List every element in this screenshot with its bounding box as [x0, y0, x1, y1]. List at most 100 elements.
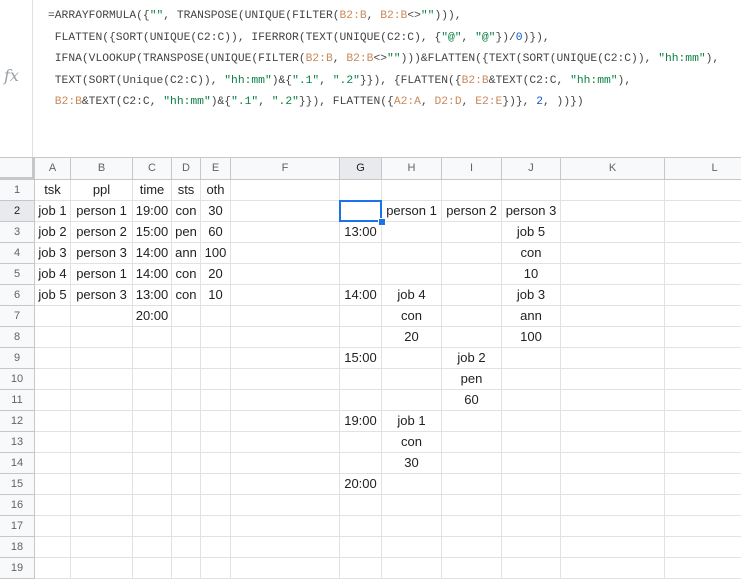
cell-k7[interactable]: [561, 306, 665, 327]
cell-g10[interactable]: [340, 369, 382, 390]
cell-l18[interactable]: [665, 537, 741, 558]
cell-l7[interactable]: [665, 306, 741, 327]
row-header-15[interactable]: 15: [0, 474, 35, 495]
row-header-10[interactable]: 10: [0, 369, 35, 390]
cell-j18[interactable]: [502, 537, 561, 558]
cell-k4[interactable]: [561, 243, 665, 264]
cell-c2[interactable]: 19:00: [133, 201, 172, 222]
cell-g15[interactable]: 20:00: [340, 474, 382, 495]
cell-k18[interactable]: [561, 537, 665, 558]
cell-k1[interactable]: [561, 180, 665, 201]
row-header-17[interactable]: 17: [0, 516, 35, 537]
cell-h1[interactable]: [382, 180, 442, 201]
cell-h10[interactable]: [382, 369, 442, 390]
cell-l11[interactable]: [665, 390, 741, 411]
cell-j3[interactable]: job 5: [502, 222, 561, 243]
cell-d10[interactable]: [172, 369, 201, 390]
cell-e18[interactable]: [201, 537, 231, 558]
cell-i10[interactable]: pen: [442, 369, 502, 390]
row-header-11[interactable]: 11: [0, 390, 35, 411]
cell-a6[interactable]: job 5: [35, 285, 71, 306]
cell-j5[interactable]: 10: [502, 264, 561, 285]
cell-a16[interactable]: [35, 495, 71, 516]
cell-i12[interactable]: [442, 411, 502, 432]
cell-g4[interactable]: [340, 243, 382, 264]
cell-d3[interactable]: pen: [172, 222, 201, 243]
cell-l8[interactable]: [665, 327, 741, 348]
cell-h7[interactable]: con: [382, 306, 442, 327]
cell-b17[interactable]: [71, 516, 133, 537]
column-header-k[interactable]: K: [561, 158, 665, 180]
row-header-14[interactable]: 14: [0, 453, 35, 474]
cell-f10[interactable]: [231, 369, 340, 390]
cell-j9[interactable]: [502, 348, 561, 369]
cell-i19[interactable]: [442, 558, 502, 579]
cell-c4[interactable]: 14:00: [133, 243, 172, 264]
cell-d5[interactable]: con: [172, 264, 201, 285]
cell-k6[interactable]: [561, 285, 665, 306]
cell-i3[interactable]: [442, 222, 502, 243]
cell-b15[interactable]: [71, 474, 133, 495]
row-header-6[interactable]: 6: [0, 285, 35, 306]
cell-e3[interactable]: 60: [201, 222, 231, 243]
cell-a10[interactable]: [35, 369, 71, 390]
cell-l5[interactable]: [665, 264, 741, 285]
cell-g12[interactable]: 19:00: [340, 411, 382, 432]
cell-h2[interactable]: person 1: [382, 201, 442, 222]
cell-c17[interactable]: [133, 516, 172, 537]
column-header-l[interactable]: L: [665, 158, 741, 180]
cell-j11[interactable]: [502, 390, 561, 411]
cell-a17[interactable]: [35, 516, 71, 537]
cell-e17[interactable]: [201, 516, 231, 537]
cell-c18[interactable]: [133, 537, 172, 558]
cell-i6[interactable]: [442, 285, 502, 306]
cell-h13[interactable]: con: [382, 432, 442, 453]
column-header-j[interactable]: J: [502, 158, 561, 180]
cell-c8[interactable]: [133, 327, 172, 348]
cell-c9[interactable]: [133, 348, 172, 369]
cell-c12[interactable]: [133, 411, 172, 432]
cell-i13[interactable]: [442, 432, 502, 453]
cell-k17[interactable]: [561, 516, 665, 537]
cell-k3[interactable]: [561, 222, 665, 243]
cell-f12[interactable]: [231, 411, 340, 432]
cell-i1[interactable]: [442, 180, 502, 201]
cell-f13[interactable]: [231, 432, 340, 453]
cell-e2[interactable]: 30: [201, 201, 231, 222]
cell-g3[interactable]: 13:00: [340, 222, 382, 243]
cell-j19[interactable]: [502, 558, 561, 579]
cell-a14[interactable]: [35, 453, 71, 474]
cell-b16[interactable]: [71, 495, 133, 516]
cell-b10[interactable]: [71, 369, 133, 390]
row-header-4[interactable]: 4: [0, 243, 35, 264]
cell-k5[interactable]: [561, 264, 665, 285]
cell-g5[interactable]: [340, 264, 382, 285]
cell-j15[interactable]: [502, 474, 561, 495]
cell-b11[interactable]: [71, 390, 133, 411]
cell-c15[interactable]: [133, 474, 172, 495]
cell-f11[interactable]: [231, 390, 340, 411]
cell-e11[interactable]: [201, 390, 231, 411]
cell-h6[interactable]: job 4: [382, 285, 442, 306]
cell-h19[interactable]: [382, 558, 442, 579]
cell-c14[interactable]: [133, 453, 172, 474]
cell-b5[interactable]: person 1: [71, 264, 133, 285]
cell-h17[interactable]: [382, 516, 442, 537]
cell-l10[interactable]: [665, 369, 741, 390]
cell-k16[interactable]: [561, 495, 665, 516]
cell-f15[interactable]: [231, 474, 340, 495]
cell-i4[interactable]: [442, 243, 502, 264]
cell-b2[interactable]: person 1: [71, 201, 133, 222]
cell-f18[interactable]: [231, 537, 340, 558]
cell-l6[interactable]: [665, 285, 741, 306]
cell-d14[interactable]: [172, 453, 201, 474]
cell-j2[interactable]: person 3: [502, 201, 561, 222]
cell-g16[interactable]: [340, 495, 382, 516]
cell-h3[interactable]: [382, 222, 442, 243]
cell-k14[interactable]: [561, 453, 665, 474]
cell-g14[interactable]: [340, 453, 382, 474]
row-header-8[interactable]: 8: [0, 327, 35, 348]
cell-g8[interactable]: [340, 327, 382, 348]
cell-d9[interactable]: [172, 348, 201, 369]
cell-e6[interactable]: 10: [201, 285, 231, 306]
